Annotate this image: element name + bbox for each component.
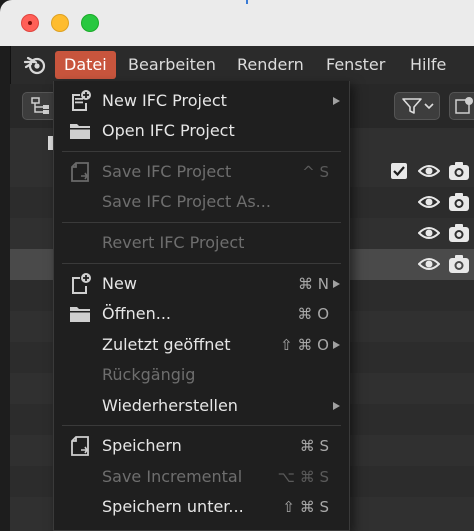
shortcut-label: ^ S (302, 163, 329, 181)
menu-rendern[interactable]: Rendern (228, 51, 313, 79)
submenu-arrow-icon (333, 97, 340, 105)
shortcut-label: ⌥ ⌘ S (277, 468, 329, 486)
blender-logo-icon[interactable] (23, 54, 47, 76)
eye-icon[interactable] (418, 194, 440, 210)
menu-separator (62, 425, 341, 426)
menu-item-label: Wiederherstellen (102, 396, 238, 415)
menu-item-new-ifc-project[interactable]: New IFC Project (54, 86, 349, 116)
window-titlebar (0, 0, 474, 46)
menu-separator (62, 222, 341, 223)
camera-icon[interactable] (448, 254, 470, 274)
shortcut-label: ⌘ N (298, 275, 329, 293)
shortcut-label: ⌘ O (297, 305, 329, 323)
submenu-arrow-icon (333, 280, 340, 288)
menu-separator (62, 151, 341, 152)
new-file-icon (72, 90, 91, 111)
menu-item-save-as[interactable]: Speichern unter... ⇧ ⌘ S (54, 492, 349, 522)
menu-item-label: Zuletzt geöffnet (102, 335, 231, 354)
menu-item-label: Open IFC Project (102, 121, 235, 140)
eye-icon[interactable] (418, 225, 440, 241)
menu-item-label: Save IFC Project (102, 162, 232, 181)
menu-item-label: Speichern (102, 436, 182, 455)
menu-item-label: Save IFC Project As... (102, 192, 271, 211)
menu-item-save-incremental[interactable]: Save Incremental ⌥ ⌘ S (54, 462, 349, 492)
camera-icon[interactable] (448, 223, 470, 243)
menu-hilfe[interactable]: Hilfe (401, 51, 455, 79)
filter-button[interactable] (394, 92, 440, 120)
submenu-arrow-icon (333, 402, 340, 410)
menu-item-label: New IFC Project (102, 91, 227, 110)
filter-icon (402, 98, 434, 114)
menu-item-save-ifc-project-as[interactable]: Save IFC Project As... (54, 187, 349, 217)
shortcut-label: ⇧ ⌘ O (280, 336, 329, 354)
menu-item-recover[interactable]: Wiederherstellen (54, 391, 349, 421)
checkbox-icon[interactable] (390, 162, 408, 180)
camera-icon[interactable] (448, 161, 470, 181)
camera-icon[interactable] (448, 192, 470, 212)
menu-item-label: New (102, 274, 137, 293)
new-collection-icon (455, 97, 473, 114)
menu-item-revert-ifc-project[interactable]: Revert IFC Project (54, 228, 349, 258)
eye-icon[interactable] (418, 256, 440, 272)
menu-item-open-ifc-project[interactable]: Open IFC Project (54, 116, 349, 146)
menu-datei[interactable]: Datei (55, 51, 116, 79)
shortcut-label: ⇧ ⌘ S (282, 498, 329, 516)
zoom-window-button[interactable] (81, 14, 99, 32)
menu-item-save[interactable]: Speichern ⌘ S (54, 431, 349, 461)
menu-fenster[interactable]: Fenster (317, 51, 394, 79)
menu-item-label: Revert IFC Project (102, 233, 245, 252)
folder-icon (70, 124, 90, 139)
menu-item-label: Save Incremental (102, 467, 243, 486)
shortcut-label: ⌘ S (299, 437, 329, 455)
new-file-icon (72, 273, 91, 294)
menu-item-label: Speichern unter... (102, 497, 244, 516)
eye-icon[interactable] (418, 163, 440, 179)
titlebar-marker (246, 0, 248, 4)
outliner-icon (31, 97, 49, 114)
menu-item-new[interactable]: New ⌘ N (54, 269, 349, 299)
menu-item-recent[interactable]: Zuletzt geöffnet ⇧ ⌘ O (54, 330, 349, 360)
file-menu-dropdown: New IFC Project Open IFC Project Save IF… (53, 81, 350, 531)
menu-item-label: Öffnen... (102, 304, 171, 323)
minimize-window-button[interactable] (51, 14, 69, 32)
menu-item-label: Rückgängig (102, 365, 196, 384)
new-collection-button[interactable] (449, 92, 474, 120)
menu-item-open[interactable]: Öffnen... ⌘ O (54, 299, 349, 329)
save-file-icon (71, 436, 89, 456)
menu-separator (62, 263, 341, 264)
submenu-arrow-icon (333, 341, 340, 349)
menu-item-save-ifc-project[interactable]: Save IFC Project ^ S (54, 157, 349, 187)
top-menubar: Datei Bearbeiten Rendern Fenster Hilfe (10, 46, 474, 84)
save-file-icon (71, 162, 89, 182)
folder-icon (70, 307, 90, 322)
menu-item-revert[interactable]: Rückgängig (54, 360, 349, 390)
menu-bearbeiten[interactable]: Bearbeiten (119, 51, 225, 79)
close-window-button[interactable] (21, 14, 39, 32)
